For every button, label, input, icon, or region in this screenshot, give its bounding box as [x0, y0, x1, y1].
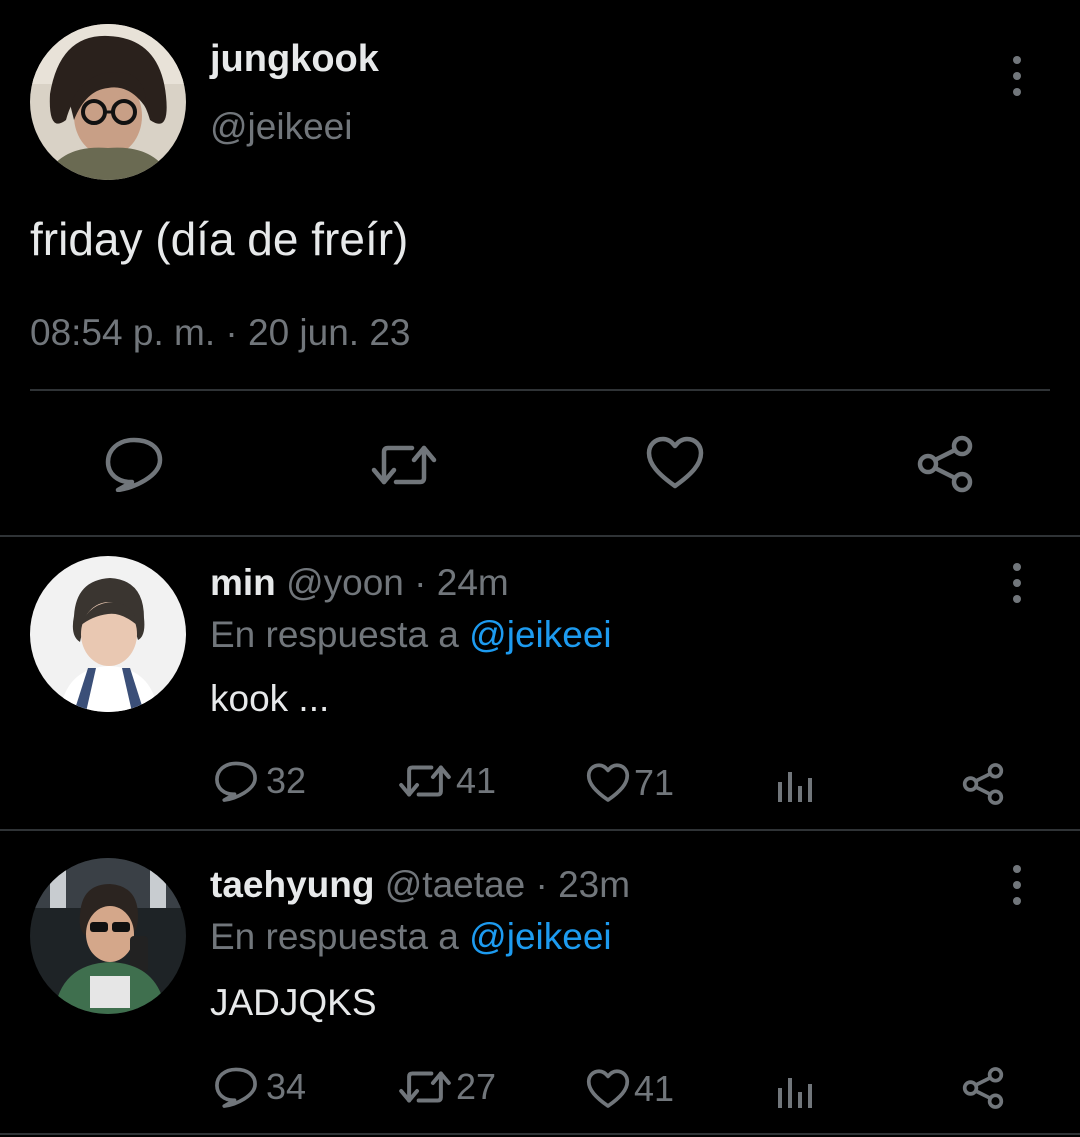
reply-to-link[interactable]: @jeikeei — [469, 614, 611, 655]
tweet-text: friday (día de freír) — [30, 213, 409, 265]
reply-prefix: En respuesta a — [210, 916, 459, 957]
reply-header: taehyung @taetae · 23m — [210, 864, 630, 906]
reply-text: kook ... — [210, 678, 330, 719]
reply-avatar[interactable] — [30, 858, 186, 1014]
reply-context: En respuesta a @jeikeei — [210, 614, 612, 656]
author-handle[interactable]: @jeikeei — [210, 106, 352, 148]
analytics-icon — [778, 1078, 812, 1108]
reply-divider — [0, 829, 1080, 831]
share-icon — [917, 435, 973, 493]
reply-reply-button[interactable]: 34 — [214, 1066, 306, 1108]
avatar-photo — [30, 556, 186, 712]
reply-retweet-button[interactable]: 27 — [398, 1066, 496, 1108]
retweet-button[interactable] — [370, 442, 438, 493]
retweet-icon — [399, 1071, 451, 1103]
share-icon — [962, 763, 1004, 805]
like-icon — [586, 1069, 630, 1108]
like-count: 71 — [634, 762, 675, 803]
share-icon — [962, 1067, 1004, 1109]
avatar-photo — [30, 858, 186, 1014]
analytics-button[interactable] — [776, 1070, 816, 1115]
section-divider — [0, 535, 1080, 537]
reply-count: 34 — [266, 1066, 307, 1107]
share-button[interactable] — [914, 434, 976, 499]
bottom-divider — [0, 1133, 1080, 1135]
author-avatar[interactable] — [30, 24, 186, 180]
retweet-count: 41 — [456, 760, 497, 801]
reply-author-handle[interactable]: @taetae — [385, 864, 525, 905]
like-icon — [586, 763, 630, 802]
reply-text: JADJQKS — [210, 982, 377, 1023]
reply-header: min @yoon · 24m — [210, 562, 509, 604]
reply-icon — [215, 761, 257, 802]
reply-author-name[interactable]: taehyung — [210, 864, 374, 905]
reply-avatar[interactable] — [30, 556, 186, 712]
reply-count: 32 — [266, 760, 307, 801]
more-options-icon[interactable] — [1011, 865, 1023, 905]
reply-time: · 23m — [535, 864, 631, 905]
reply-icon — [105, 437, 163, 493]
reply-share-button[interactable] — [960, 762, 1006, 811]
more-options-icon[interactable] — [1011, 56, 1023, 96]
retweet-icon — [399, 765, 451, 797]
reply-author-name[interactable]: min — [210, 562, 276, 603]
reply-icon — [215, 1067, 257, 1108]
reply-like-button[interactable]: 71 — [586, 762, 674, 804]
reply-retweet-button[interactable]: 41 — [398, 760, 496, 802]
like-icon — [646, 436, 704, 489]
tweet-timestamp: 08:54 p. m. · 20 jun. 23 — [30, 312, 411, 353]
reply-button[interactable] — [104, 436, 164, 497]
reply-reply-button[interactable]: 32 — [214, 760, 306, 802]
like-count: 41 — [634, 1068, 675, 1109]
reply-time: · 24m — [414, 562, 509, 603]
like-button[interactable] — [646, 436, 704, 495]
reply-context: En respuesta a @jeikeei — [210, 916, 612, 958]
analytics-button[interactable] — [776, 764, 816, 809]
avatar-photo — [30, 24, 186, 180]
timestamp-divider — [30, 389, 1050, 391]
retweet-count: 27 — [456, 1066, 497, 1107]
reply-author-handle[interactable]: @yoon — [286, 562, 404, 603]
reply-to-link[interactable]: @jeikeei — [469, 916, 611, 957]
reply-like-button[interactable]: 41 — [586, 1068, 674, 1110]
analytics-icon — [778, 772, 812, 802]
retweet-icon — [371, 445, 437, 485]
reply-share-button[interactable] — [960, 1066, 1006, 1115]
more-options-icon[interactable] — [1011, 563, 1023, 603]
reply-prefix: En respuesta a — [210, 614, 459, 655]
author-name[interactable]: jungkook — [210, 38, 379, 81]
